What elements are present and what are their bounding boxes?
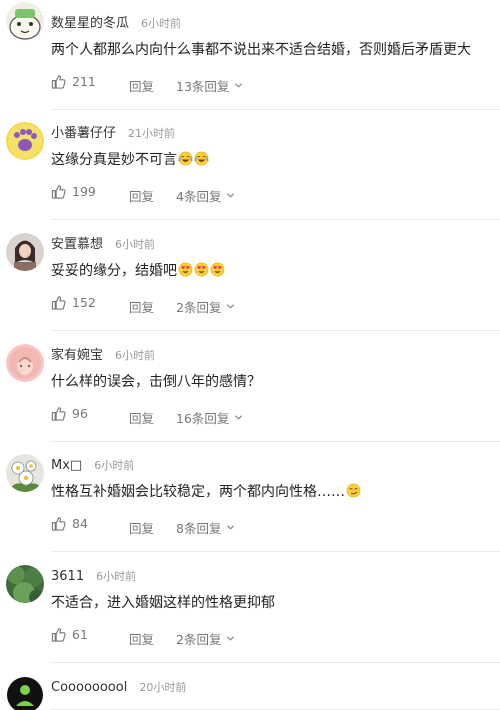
timestamp: 6小时前 bbox=[96, 570, 137, 583]
like-button[interactable]: 84 bbox=[51, 516, 88, 531]
replies-count: 4条回复 bbox=[176, 189, 222, 204]
username[interactable]: Mx□ bbox=[51, 458, 82, 473]
avatar[interactable] bbox=[6, 676, 44, 710]
smirk-emoji-icon bbox=[346, 483, 361, 498]
timestamp: 6小时前 bbox=[115, 238, 156, 251]
laugh-cry-emoji-icon bbox=[178, 151, 193, 166]
avatar[interactable] bbox=[6, 233, 44, 271]
like-count: 152 bbox=[72, 295, 96, 310]
replies-count: 8条回复 bbox=[176, 521, 222, 536]
heart-eyes-emoji-icon bbox=[178, 262, 193, 277]
reply-button[interactable]: 回复 bbox=[129, 408, 154, 427]
username[interactable]: 小番薯仔仔 bbox=[51, 126, 116, 141]
like-count: 96 bbox=[72, 406, 88, 421]
comment-item: 数星星的冬瓜 6小时前 两个人都那么内向什么事都不说出来不适合结婚，否则婚后矛盾更… bbox=[0, 0, 500, 110]
chevron-down-icon bbox=[227, 636, 235, 641]
heart-eyes-emoji-icon bbox=[210, 262, 225, 277]
replies-count: 16条回复 bbox=[176, 411, 230, 426]
view-replies-button[interactable]: 2条回复 bbox=[176, 297, 235, 316]
like-button[interactable]: 152 bbox=[51, 295, 96, 310]
avatar[interactable] bbox=[6, 565, 44, 603]
comment-item: 小番薯仔仔 21小时前 这缘分真是妙不可言 199 回复 4条回复 bbox=[0, 110, 500, 220]
comment-text: 性格互补婚姻会比较稳定，两个都内向性格…… bbox=[51, 484, 345, 500]
chevron-down-icon bbox=[227, 525, 235, 530]
replies-count: 2条回复 bbox=[176, 632, 222, 647]
laugh-cry-emoji-icon bbox=[194, 151, 209, 166]
like-count: 61 bbox=[72, 627, 88, 642]
comment-item: 3611 6小时前 不适合，进入婚姻这样的性格更抑郁 61 回复 2条回复 bbox=[0, 553, 500, 663]
reply-button[interactable]: 回复 bbox=[129, 186, 154, 205]
comment-item: 家有婉宝 6小时前 什么样的误会，击倒八年的感情？ 96 回复 16条回复 bbox=[0, 332, 500, 442]
thumbs-up-icon bbox=[51, 296, 66, 310]
username[interactable]: 家有婉宝 bbox=[51, 348, 103, 363]
comment-text: 两个人都那么内向什么事都不说出来不适合结婚，否则婚后矛盾更大 bbox=[51, 42, 471, 58]
view-replies-button[interactable]: 13条回复 bbox=[176, 76, 243, 95]
avatar[interactable] bbox=[6, 2, 44, 40]
comment-list: 数星星的冬瓜 6小时前 两个人都那么内向什么事都不说出来不适合结婚，否则婚后矛盾更… bbox=[0, 0, 500, 710]
view-replies-button[interactable]: 16条回复 bbox=[176, 408, 243, 427]
avatar[interactable] bbox=[6, 344, 44, 382]
avatar[interactable] bbox=[6, 122, 44, 160]
timestamp: 21小时前 bbox=[128, 127, 176, 140]
timestamp: 6小时前 bbox=[115, 349, 156, 362]
comment-item: Cooooooool 20小时前 bbox=[0, 664, 500, 710]
username[interactable]: Cooooooool bbox=[51, 680, 127, 695]
thumbs-up-icon bbox=[51, 517, 66, 531]
comment-item: Mx□ 6小时前 性格互补婚姻会比较稳定，两个都内向性格…… 84 回复 8条回复 bbox=[0, 442, 500, 552]
replies-count: 13条回复 bbox=[176, 79, 230, 94]
like-button[interactable]: 211 bbox=[51, 74, 96, 89]
view-replies-button[interactable]: 8条回复 bbox=[176, 518, 235, 537]
like-count: 211 bbox=[72, 74, 96, 89]
thumbs-up-icon bbox=[51, 407, 66, 421]
chevron-down-icon bbox=[235, 415, 243, 420]
chevron-down-icon bbox=[235, 83, 243, 88]
reply-button[interactable]: 回复 bbox=[129, 297, 154, 316]
reply-button[interactable]: 回复 bbox=[129, 629, 154, 648]
comment-text: 什么样的误会，击倒八年的感情？ bbox=[51, 374, 261, 390]
reply-button[interactable]: 回复 bbox=[129, 76, 154, 95]
heart-eyes-emoji-icon bbox=[194, 262, 209, 277]
reply-button[interactable]: 回复 bbox=[129, 518, 154, 537]
comment-text: 妥妥的缘分，结婚吧 bbox=[51, 263, 177, 279]
username[interactable]: 数星星的冬瓜 bbox=[51, 16, 129, 31]
view-replies-button[interactable]: 2条回复 bbox=[176, 629, 235, 648]
avatar[interactable] bbox=[6, 454, 44, 492]
timestamp: 20小时前 bbox=[139, 681, 187, 694]
like-button[interactable]: 61 bbox=[51, 627, 88, 642]
username[interactable]: 安置慕想 bbox=[51, 237, 103, 252]
timestamp: 6小时前 bbox=[94, 459, 135, 472]
username[interactable]: 3611 bbox=[51, 569, 84, 584]
like-button[interactable]: 199 bbox=[51, 184, 96, 199]
like-count: 84 bbox=[72, 516, 88, 531]
view-replies-button[interactable]: 4条回复 bbox=[176, 186, 235, 205]
replies-count: 2条回复 bbox=[176, 300, 222, 315]
comment-text: 这缘分真是妙不可言 bbox=[51, 152, 177, 168]
thumbs-up-icon bbox=[51, 75, 66, 89]
thumbs-up-icon bbox=[51, 185, 66, 199]
like-count: 199 bbox=[72, 184, 96, 199]
chevron-down-icon bbox=[227, 193, 235, 198]
comment-text: 不适合，进入婚姻这样的性格更抑郁 bbox=[51, 595, 275, 611]
comment-item: 安置慕想 6小时前 妥妥的缘分，结婚吧 152 回复 2条回复 bbox=[0, 221, 500, 331]
thumbs-up-icon bbox=[51, 628, 66, 642]
chevron-down-icon bbox=[227, 304, 235, 309]
like-button[interactable]: 96 bbox=[51, 406, 88, 421]
timestamp: 6小时前 bbox=[141, 17, 182, 30]
